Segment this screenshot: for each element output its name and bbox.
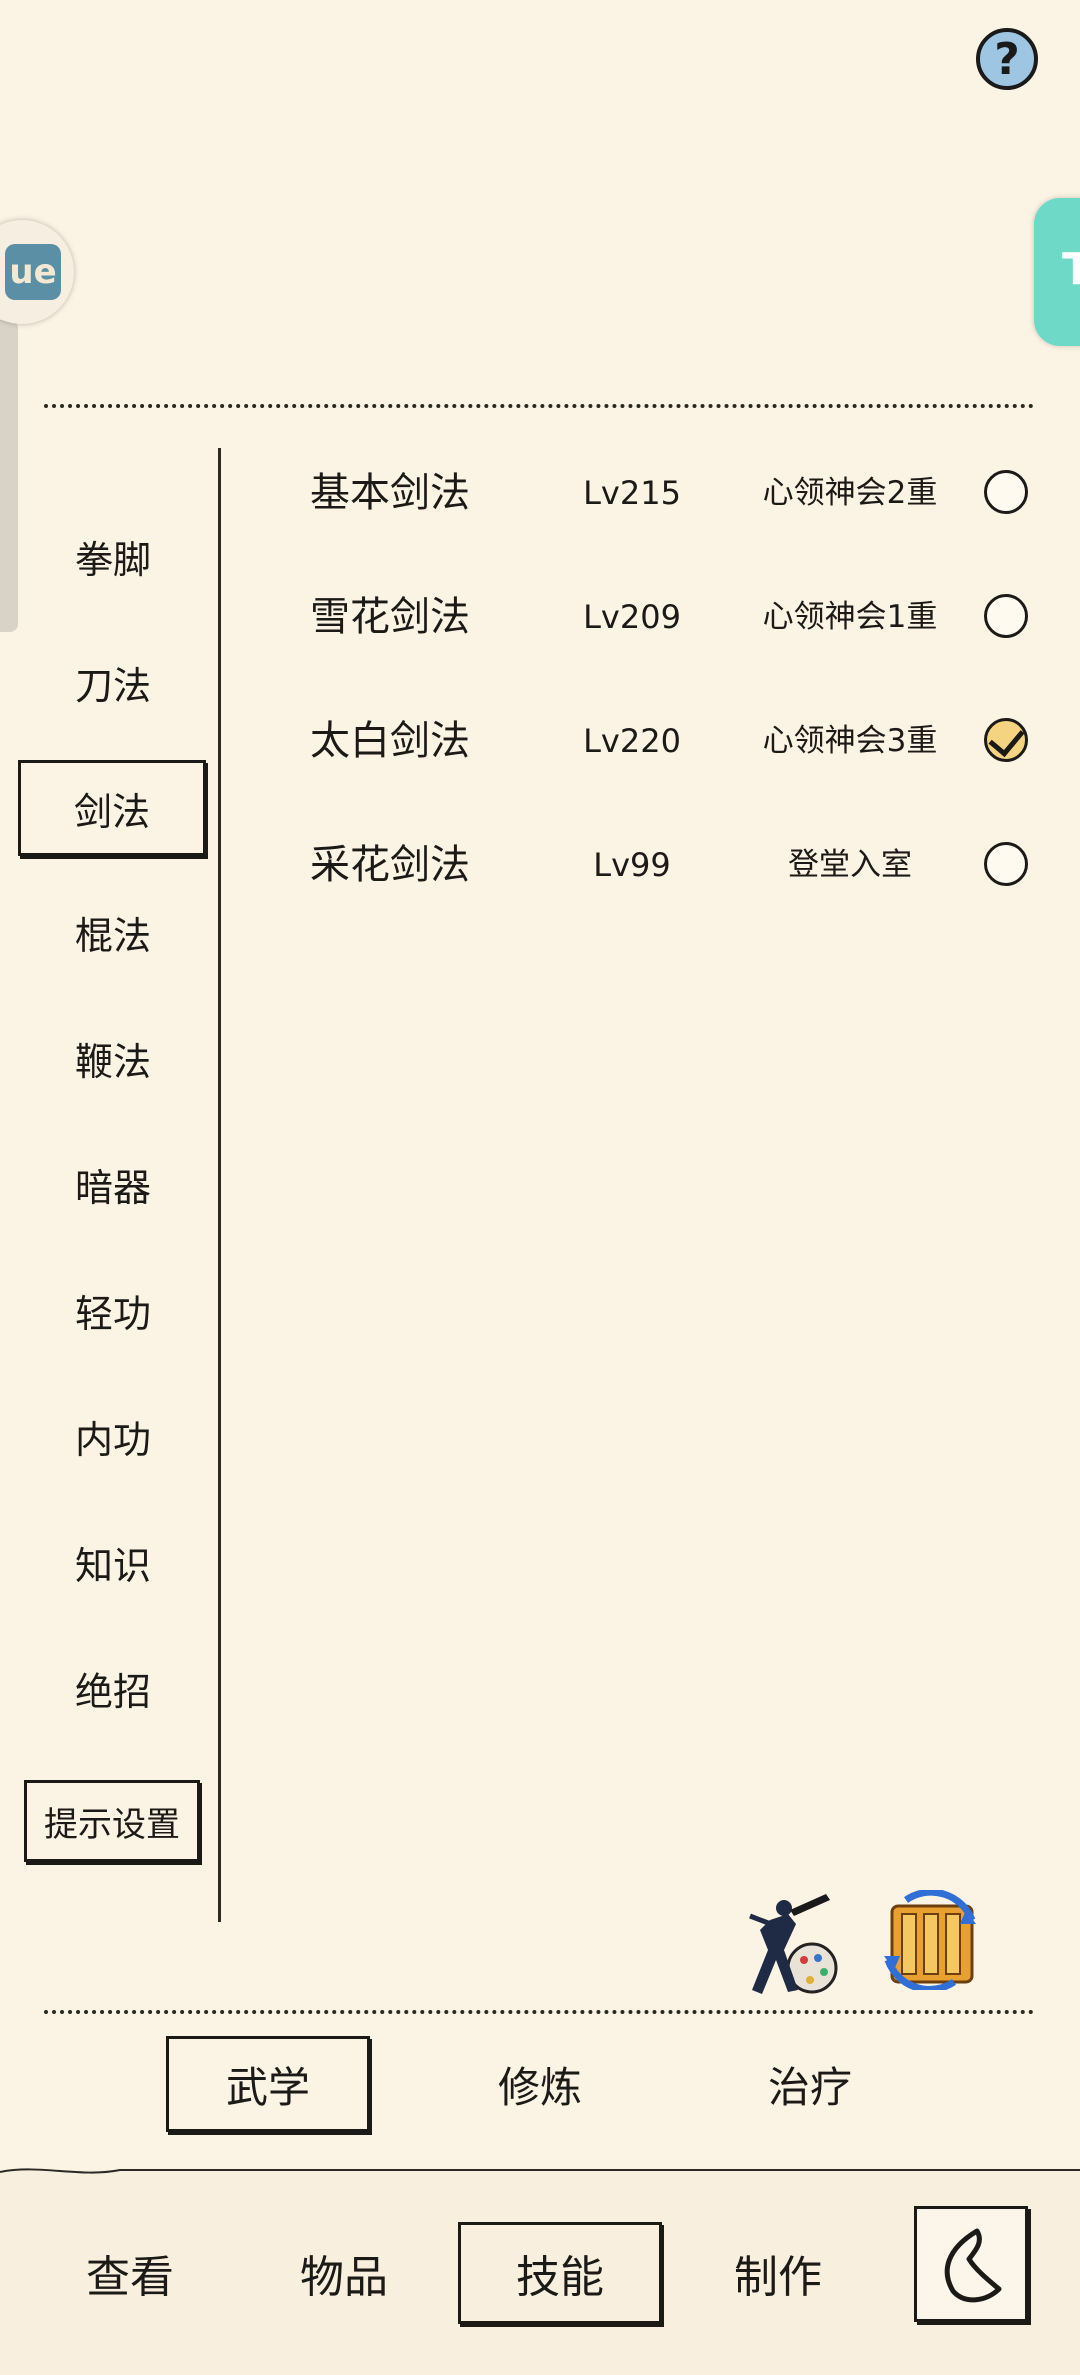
skill-row[interactable]: 雪花剑法 Lv209 心领神会1重 [310,582,1040,652]
nav-items[interactable]: 物品 [254,2222,434,2324]
category-daofa[interactable]: 刀法 [28,636,198,728]
back-arrow-icon [944,2228,1002,2303]
hint-settings-button[interactable]: 提示设置 [24,1780,200,1862]
skill-select-radio-checked[interactable] [984,718,1028,762]
scroll-refresh-icon[interactable] [876,1888,984,1993]
skill-row[interactable]: 采花剑法 Lv99 登堂入室 [310,830,1040,900]
skill-select-radio[interactable] [984,594,1028,638]
skill-name: 采花剑法 [310,842,470,888]
brush-stroke [0,2168,1080,2174]
category-quanjiao[interactable]: 拳脚 [28,510,198,602]
skill-stage: 心领神会1重 [762,599,938,635]
martial-artist-icon[interactable] [740,1890,844,2000]
skill-row[interactable]: 基本剑法 Lv215 心领神会2重 [310,458,1040,528]
skill-stage: 登堂入室 [788,847,912,883]
skill-select-radio[interactable] [984,842,1028,886]
nav-craft[interactable]: 制作 [688,2222,868,2324]
tab-xiulian[interactable]: 修炼 [440,2036,640,2132]
left-float-icon: ue [5,244,61,300]
skill-level: Lv215 [583,474,681,512]
skill-name: 基本剑法 [310,470,470,516]
nav-skills[interactable]: 技能 [458,2222,662,2324]
left-edge-handle[interactable] [0,320,18,632]
category-zhishi[interactable]: 知识 [28,1516,198,1608]
skill-level: Lv220 [583,722,681,760]
category-jianfa[interactable]: 剑法 [18,760,206,856]
skill-level: Lv209 [583,598,681,636]
skill-stage: 心领神会3重 [762,723,938,759]
left-float-button[interactable]: ue [0,220,74,324]
category-neigong[interactable]: 内功 [28,1390,198,1482]
category-qinggong[interactable]: 轻功 [28,1264,198,1356]
bottom-divider [44,2010,1034,2014]
category-bianfa[interactable]: 鞭法 [28,1012,198,1104]
tab-wuxue[interactable]: 武学 [166,2036,370,2132]
help-icon: ? [994,33,1020,85]
back-button[interactable] [914,2206,1028,2322]
tab-zhiliao[interactable]: 治疗 [710,2036,910,2132]
top-divider [44,404,1034,408]
category-gunfa[interactable]: 棍法 [28,886,198,978]
category-juezhao[interactable]: 绝招 [28,1642,198,1734]
right-float-icon: T [1062,244,1080,295]
skill-level: Lv99 [593,846,671,884]
category-divider [218,448,221,1922]
right-float-button[interactable]: T [1034,198,1080,346]
skill-name: 雪花剑法 [310,594,470,640]
help-button[interactable]: ? [976,28,1038,90]
category-anqi[interactable]: 暗器 [28,1138,198,1230]
skill-stage: 心领神会2重 [762,475,938,511]
skill-row[interactable]: 太白剑法 Lv220 心领神会3重 [310,706,1040,776]
skill-select-radio[interactable] [984,470,1028,514]
nav-view[interactable]: 查看 [40,2222,220,2324]
skill-name: 太白剑法 [310,718,470,764]
